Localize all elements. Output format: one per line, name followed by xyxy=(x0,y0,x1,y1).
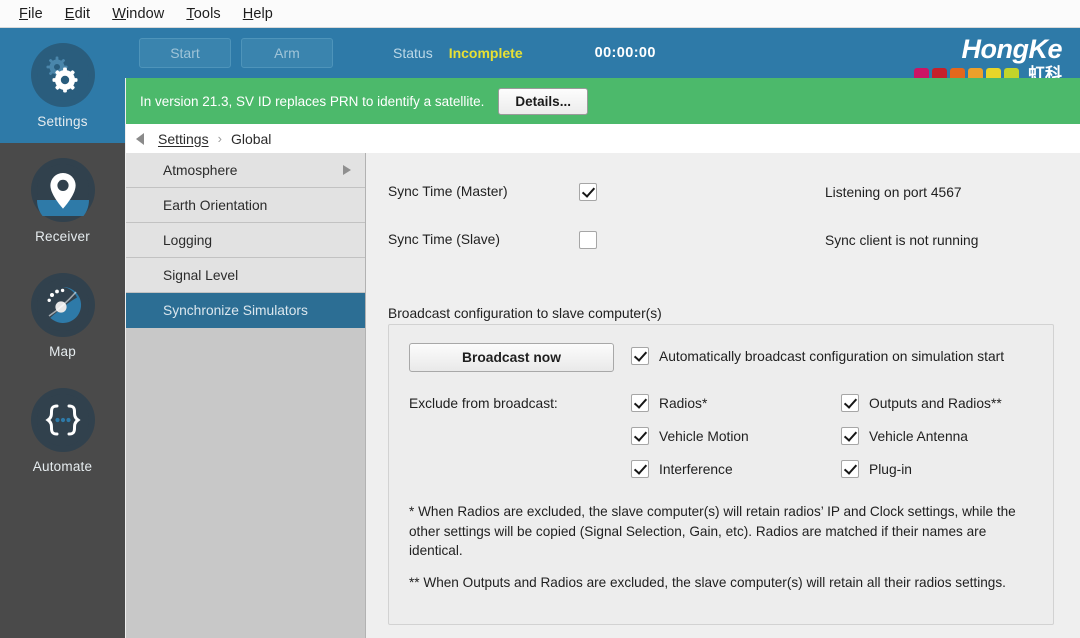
sync-time-master-label: Sync Time (Master) xyxy=(388,184,508,199)
footnote-radios: * When Radios are excluded, the slave co… xyxy=(409,504,1016,558)
arm-button[interactable]: Arm xyxy=(241,38,333,68)
menu-window-rest: indow xyxy=(125,5,165,22)
subnav-item-atmosphere[interactable]: Atmosphere xyxy=(126,153,365,188)
exclude-vehicle-motion-row: Vehicle Motion xyxy=(631,427,749,445)
broadcast-group: Broadcast now Automatically broadcast co… xyxy=(388,324,1054,625)
exclude-radios-row: Radios* xyxy=(631,394,707,412)
exclude-from-broadcast-label: Exclude from broadcast: xyxy=(409,396,558,411)
exclude-vehicle-motion-label: Vehicle Motion xyxy=(659,428,749,444)
exclude-vehicle-motion-checkbox[interactable] xyxy=(631,427,649,445)
exclude-radios-checkbox[interactable] xyxy=(631,394,649,412)
menu-help[interactable]: Help xyxy=(232,4,284,24)
exclude-interference-checkbox[interactable] xyxy=(631,460,649,478)
broadcast-now-button[interactable]: Broadcast now xyxy=(409,343,614,372)
subnav-item-atmosphere-label: Atmosphere xyxy=(163,162,238,178)
breadcrumb-current: Global xyxy=(230,130,272,147)
notification-banner: In version 21.3, SV ID replaces PRN to i… xyxy=(126,78,1080,124)
listening-port-status: Listening on port 4567 xyxy=(825,185,962,200)
sync-client-status: Sync client is not running xyxy=(825,233,979,248)
menu-tools-mnemonic: T xyxy=(186,5,194,22)
exclude-vehicle-antenna-checkbox[interactable] xyxy=(841,427,859,445)
subnav-item-signal-level[interactable]: Signal Level xyxy=(126,258,365,293)
menu-file-rest: ile xyxy=(27,5,43,22)
breadcrumb-link-settings[interactable]: Settings xyxy=(158,131,209,147)
command-bar: Start Arm Status Incomplete 00:00:00 xyxy=(125,28,1080,78)
auto-broadcast-label: Automatically broadcast configuration on… xyxy=(659,348,1005,364)
auto-broadcast-checkbox[interactable] xyxy=(631,347,649,365)
details-button[interactable]: Details... xyxy=(498,87,588,115)
footnote-outputs-and-radios: ** When Outputs and Radios are excluded,… xyxy=(409,575,1006,590)
rail-item-map-label: Map xyxy=(49,343,76,359)
elapsed-time: 00:00:00 xyxy=(594,45,656,61)
notification-text: In version 21.3, SV ID replaces PRN to i… xyxy=(140,93,485,109)
status-badge: Incomplete xyxy=(448,45,523,61)
exclude-outputs-and-radios-row: Outputs and Radios** xyxy=(841,394,1002,412)
back-triangle-icon[interactable] xyxy=(136,132,144,145)
subnav-item-synchronize-simulators-label: Synchronize Simulators xyxy=(163,302,308,318)
exclude-outputs-and-radios-checkbox[interactable] xyxy=(841,394,859,412)
exclude-vehicle-antenna-label: Vehicle Antenna xyxy=(869,428,968,444)
menu-edit[interactable]: Edit xyxy=(54,4,101,24)
menu-edit-mnemonic: E xyxy=(64,5,75,22)
menu-window[interactable]: Window xyxy=(101,4,175,24)
rail-item-receiver[interactable]: Receiver xyxy=(0,143,125,258)
breadcrumb-separator: › xyxy=(217,131,222,146)
breadcrumb: Settings › Global xyxy=(126,124,1080,153)
subnav-item-logging[interactable]: Logging xyxy=(126,223,365,258)
subnav-item-logging-label: Logging xyxy=(163,232,213,248)
menu-edit-rest: dit xyxy=(74,5,91,22)
rail-item-settings[interactable]: Settings xyxy=(0,28,125,143)
subnav-item-earth-orientation[interactable]: Earth Orientation xyxy=(126,188,365,223)
exclude-vehicle-antenna-row: Vehicle Antenna xyxy=(841,427,968,445)
menu-tools-rest: ools xyxy=(193,5,221,22)
subnav-item-synchronize-simulators[interactable]: Synchronize Simulators xyxy=(126,293,365,328)
menu-window-mnemonic: W xyxy=(112,5,126,22)
auto-broadcast-row: Automatically broadcast configuration on… xyxy=(631,347,1004,365)
primary-nav-rail: Settings Receiver Map Automate xyxy=(0,28,125,638)
broadcast-group-title: Broadcast configuration to slave compute… xyxy=(388,306,662,321)
application-window: File Edit Window Tools Help Settings Rec… xyxy=(0,0,1080,638)
chevron-right-icon xyxy=(343,165,351,175)
sync-time-slave-checkbox[interactable] xyxy=(579,231,597,249)
exclude-interference-label: Interference xyxy=(659,461,733,477)
exclude-outputs-and-radios-label: Outputs and Radios** xyxy=(869,395,1002,411)
gears-icon xyxy=(30,42,95,107)
exclude-plug-in-row: Plug-in xyxy=(841,460,912,478)
menu-help-rest: elp xyxy=(253,5,273,22)
rail-item-receiver-label: Receiver xyxy=(35,228,90,244)
rail-item-automate[interactable]: Automate xyxy=(0,373,125,488)
exclude-plug-in-label: Plug-in xyxy=(869,461,912,477)
menu-file[interactable]: File xyxy=(8,4,54,24)
exclude-plug-in-checkbox[interactable] xyxy=(841,460,859,478)
rail-item-map[interactable]: Map xyxy=(0,258,125,373)
sync-time-slave-label: Sync Time (Slave) xyxy=(388,232,500,247)
start-button[interactable]: Start xyxy=(139,38,231,68)
sync-time-master-checkbox[interactable] xyxy=(579,183,597,201)
menu-file-mnemonic: F xyxy=(19,5,28,22)
globe-aperture-icon xyxy=(30,272,95,337)
map-pin-icon xyxy=(30,157,95,222)
settings-subnav: Atmosphere Earth Orientation Logging Sig… xyxy=(126,153,366,638)
rail-item-settings-label: Settings xyxy=(37,113,88,129)
exclude-radios-label: Radios* xyxy=(659,395,708,411)
curly-braces-icon xyxy=(30,387,95,452)
exclude-interference-row: Interference xyxy=(631,460,733,478)
status-label: Status xyxy=(393,45,433,61)
subnav-item-signal-level-label: Signal Level xyxy=(163,267,239,283)
rail-item-automate-label: Automate xyxy=(32,458,93,474)
menu-help-mnemonic: H xyxy=(242,5,254,22)
settings-content-pane: Sync Time (Master) Listening on port 456… xyxy=(366,153,1080,638)
menu-bar: File Edit Window Tools Help xyxy=(0,0,1080,28)
subnav-item-earth-orientation-label: Earth Orientation xyxy=(163,197,268,213)
menu-tools[interactable]: Tools xyxy=(175,4,231,24)
